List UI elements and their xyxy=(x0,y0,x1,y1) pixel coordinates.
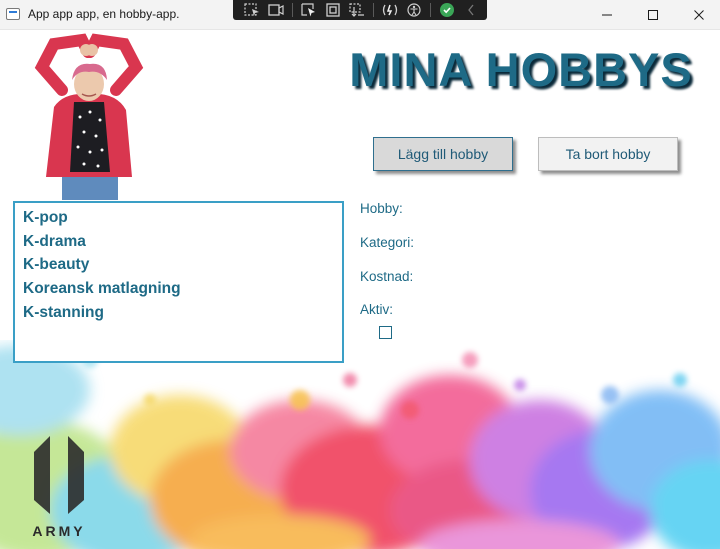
minimize-button[interactable] xyxy=(584,0,630,29)
hobby-listbox[interactable]: K-pop K-drama K-beauty Koreansk matlagni… xyxy=(13,201,344,363)
collapse-chevron-icon[interactable] xyxy=(460,1,482,19)
hobby-label: Hobby: xyxy=(360,201,403,216)
pointer-select-icon[interactable] xyxy=(298,1,320,19)
status-check-icon xyxy=(436,1,458,19)
toolbar-separator xyxy=(373,3,374,17)
title-bar: App app app, en hobby-app. xyxy=(0,0,720,30)
select-element-icon[interactable] xyxy=(265,1,287,19)
list-item[interactable]: Koreansk matlagning xyxy=(23,277,342,301)
toolbar-separator xyxy=(430,3,431,17)
list-item[interactable]: K-stanning xyxy=(23,301,342,325)
active-checkbox[interactable] xyxy=(379,326,392,339)
list-item[interactable]: K-beauty xyxy=(23,253,342,277)
army-logo: ARMY xyxy=(32,436,85,539)
close-button[interactable] xyxy=(676,0,720,29)
close-icon xyxy=(694,9,704,20)
app-heading: MINA HOBBYS xyxy=(349,43,693,96)
maximize-icon xyxy=(648,9,658,20)
category-label: Kategori: xyxy=(360,235,415,250)
cost-label: Kostnad: xyxy=(360,269,414,284)
minimize-icon xyxy=(602,14,612,15)
list-item[interactable]: K-pop xyxy=(23,206,342,230)
xaml-debug-toolbar xyxy=(233,0,487,20)
army-logo-text: ARMY xyxy=(32,523,85,539)
maximize-button[interactable] xyxy=(630,0,676,29)
accessibility-icon[interactable] xyxy=(403,1,425,19)
idol-photo xyxy=(34,33,144,200)
remove-hobby-button[interactable]: Ta bort hobby xyxy=(538,137,678,171)
list-item[interactable]: K-drama xyxy=(23,230,342,254)
app-window-icon xyxy=(6,8,20,20)
toolbar-separator xyxy=(292,3,293,17)
track-focus-icon[interactable] xyxy=(346,1,368,19)
paint-splash-background xyxy=(0,345,720,549)
display-adorners-icon[interactable] xyxy=(322,1,344,19)
window-title: App app app, en hobby-app. xyxy=(28,7,180,21)
live-visual-tree-icon[interactable] xyxy=(241,1,263,19)
hot-reload-icon[interactable] xyxy=(379,1,401,19)
add-hobby-button[interactable]: Lägg till hobby xyxy=(373,137,513,171)
active-label: Aktiv: xyxy=(360,302,394,317)
